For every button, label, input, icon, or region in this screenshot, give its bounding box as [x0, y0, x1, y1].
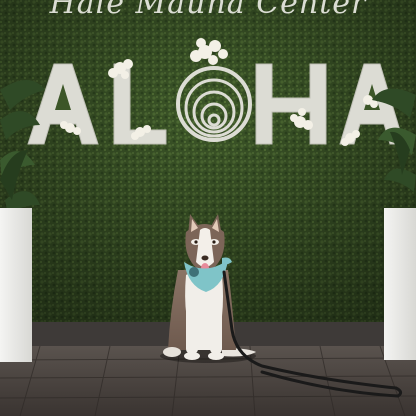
planter-pot-left	[0, 208, 32, 362]
dog-nose	[201, 255, 209, 261]
dog-eye-left	[194, 240, 198, 244]
dog-paw-right	[208, 352, 224, 360]
dog-leg-left	[186, 300, 198, 354]
sign-top-text: Hale Mauna Center	[49, 0, 367, 21]
scene-svg	[0, 0, 416, 416]
dog-eye-right	[212, 240, 216, 244]
dog-paw-back	[163, 347, 181, 357]
planter-pot-right	[384, 208, 416, 360]
dog-leg-right	[210, 300, 222, 354]
photo-scene: Hale Mauna Center	[0, 0, 416, 416]
dog-paw-left	[184, 352, 200, 360]
